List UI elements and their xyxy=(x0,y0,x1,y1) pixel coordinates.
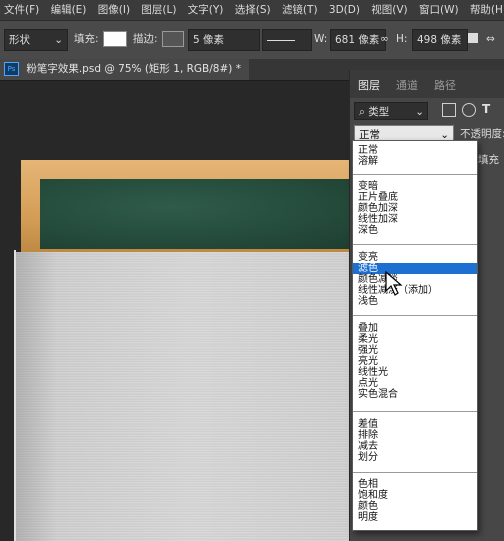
search-icon: ⌕ xyxy=(359,106,365,118)
menu-bar: 文件(F) 编辑(E) 图像(I) 图层(L) 文字(Y) 选择(S) 滤镜(T… xyxy=(0,0,504,20)
fill-label: 填充: xyxy=(74,33,99,45)
blend-mode-option[interactable]: 线性加深 xyxy=(353,214,477,225)
blend-mode-option[interactable]: 强光 xyxy=(353,345,477,356)
menu-image[interactable]: 图像(I) xyxy=(94,0,134,20)
layer-kind-select[interactable]: ⌕ 类型 ⌄ xyxy=(354,102,428,120)
h-label: H: xyxy=(396,33,408,45)
blend-mode-option[interactable]: 颜色加深 xyxy=(353,203,477,214)
align-icon[interactable]: ⇔ xyxy=(486,29,495,49)
blend-mode-option[interactable]: 溶解 xyxy=(353,156,477,167)
document-tab[interactable]: Ps 粉笔字效果.psd @ 75% (矩形 1, RGB/8#) * xyxy=(0,59,249,80)
separator xyxy=(353,315,477,316)
blend-mode-option[interactable]: 亮光 xyxy=(353,356,477,367)
watermark-text: Bai 经验 xyxy=(384,510,435,526)
filter-adjustment-icon[interactable] xyxy=(462,103,476,117)
chevron-down-icon: ⌄ xyxy=(415,106,424,118)
width-field[interactable]: 681 像素 xyxy=(330,29,386,51)
blend-mode-option[interactable]: 线性光 xyxy=(353,367,477,378)
stroke-swatch[interactable] xyxy=(162,31,184,47)
blend-mode-option[interactable]: 正常 xyxy=(353,145,477,156)
link-icon[interactable]: ∞ xyxy=(380,29,389,49)
fill-swatch[interactable] xyxy=(103,31,127,47)
separator xyxy=(353,472,477,473)
blend-mode-option[interactable]: 浅色 xyxy=(353,296,477,307)
texture-layer-rectangle[interactable] xyxy=(15,252,366,541)
blend-mode-option[interactable]: 划分 xyxy=(353,452,477,463)
shape-mode-select[interactable]: 形状 ⌄ xyxy=(4,29,68,51)
width-value: 681 像素 xyxy=(335,34,380,46)
chevron-down-icon: ⌄ xyxy=(54,34,63,46)
menu-type[interactable]: 文字(Y) xyxy=(184,0,228,20)
menu-3d[interactable]: 3D(D) xyxy=(325,0,364,20)
tab-paths[interactable]: 路径 xyxy=(434,77,456,93)
separator xyxy=(353,411,477,412)
selection-edge xyxy=(14,250,16,541)
layer-filter-row: ⌕ 类型 ⌄ T xyxy=(354,102,504,122)
blend-mode-option[interactable]: 实色混合 xyxy=(353,389,477,400)
paw-logo-icon xyxy=(401,492,427,513)
document-title: 粉笔字效果.psd @ 75% (矩形 1, RGB/8#) * xyxy=(26,63,241,75)
w-label: W: xyxy=(314,33,328,45)
stroke-size-value: 5 像素 xyxy=(193,34,225,46)
blend-mode-option[interactable]: 点光 xyxy=(353,378,477,389)
tab-channels[interactable]: 通道 xyxy=(396,77,418,93)
fill-label: 填充 xyxy=(478,154,499,166)
blend-mode-option[interactable]: 差值 xyxy=(353,419,477,430)
tab-layers[interactable]: 图层 xyxy=(358,77,380,93)
photoshop-icon: Ps xyxy=(4,62,19,76)
height-value: 498 像素 xyxy=(417,34,462,46)
menu-select[interactable]: 选择(S) xyxy=(231,0,275,20)
menu-file[interactable]: 文件(F) xyxy=(0,0,43,20)
blend-mode-option[interactable]: 正片叠底 xyxy=(353,192,477,203)
baidu-jingyan-watermark: Bai 经验 xyxy=(384,492,435,526)
blend-mode-option[interactable]: 排除 xyxy=(353,430,477,441)
blend-mode-option[interactable]: 线性减淡（添加） xyxy=(353,285,477,296)
stroke-size-field[interactable]: 5 像素 xyxy=(188,29,260,51)
blend-mode-option[interactable]: 叠加 xyxy=(353,323,477,334)
menu-view[interactable]: 视图(V) xyxy=(367,0,411,20)
menu-layer[interactable]: 图层(L) xyxy=(137,0,180,20)
blend-mode-option-selected[interactable]: 滤色 xyxy=(353,263,477,274)
filter-type-icon[interactable]: T xyxy=(482,102,490,116)
path-ops-icon[interactable] xyxy=(468,33,478,43)
separator xyxy=(353,174,477,175)
options-bar: 形状 ⌄ 填充: 描边: 5 像素 W: 681 像素 ∞ H: 498 像素 … xyxy=(0,20,504,60)
menu-edit[interactable]: 编辑(E) xyxy=(47,0,91,20)
blend-mode-option[interactable]: 深色 xyxy=(353,225,477,236)
layers-panel-tabs: 图层 通道 路径 xyxy=(350,70,504,98)
line-style-icon xyxy=(267,39,295,41)
stroke-label: 描边: xyxy=(133,33,158,45)
blend-mode-option[interactable]: 减去 xyxy=(353,441,477,452)
blend-mode-option[interactable]: 颜色减淡 xyxy=(353,274,477,285)
blend-mode-option[interactable]: 变暗 xyxy=(353,181,477,192)
blackboard xyxy=(40,179,366,249)
menu-filter[interactable]: 滤镜(T) xyxy=(278,0,322,20)
stroke-style-select[interactable] xyxy=(262,29,312,51)
layer-kind-value: 类型 xyxy=(368,106,390,118)
shape-mode-value: 形状 xyxy=(9,34,30,46)
blend-mode-option[interactable]: 变亮 xyxy=(353,252,477,263)
filter-image-icon[interactable] xyxy=(442,103,456,117)
blend-mode-option[interactable]: 柔光 xyxy=(353,334,477,345)
menu-help[interactable]: 帮助(H) xyxy=(466,0,504,20)
mouse-pointer-icon xyxy=(385,271,403,296)
blend-mode-dropdown: 正常 溶解 变暗 正片叠底 颜色加深 线性加深 深色 变亮 滤色 颜色减淡 线性… xyxy=(352,140,478,531)
separator xyxy=(353,244,477,245)
height-field[interactable]: 498 像素 xyxy=(412,29,468,51)
menu-window[interactable]: 窗口(W) xyxy=(415,0,463,20)
